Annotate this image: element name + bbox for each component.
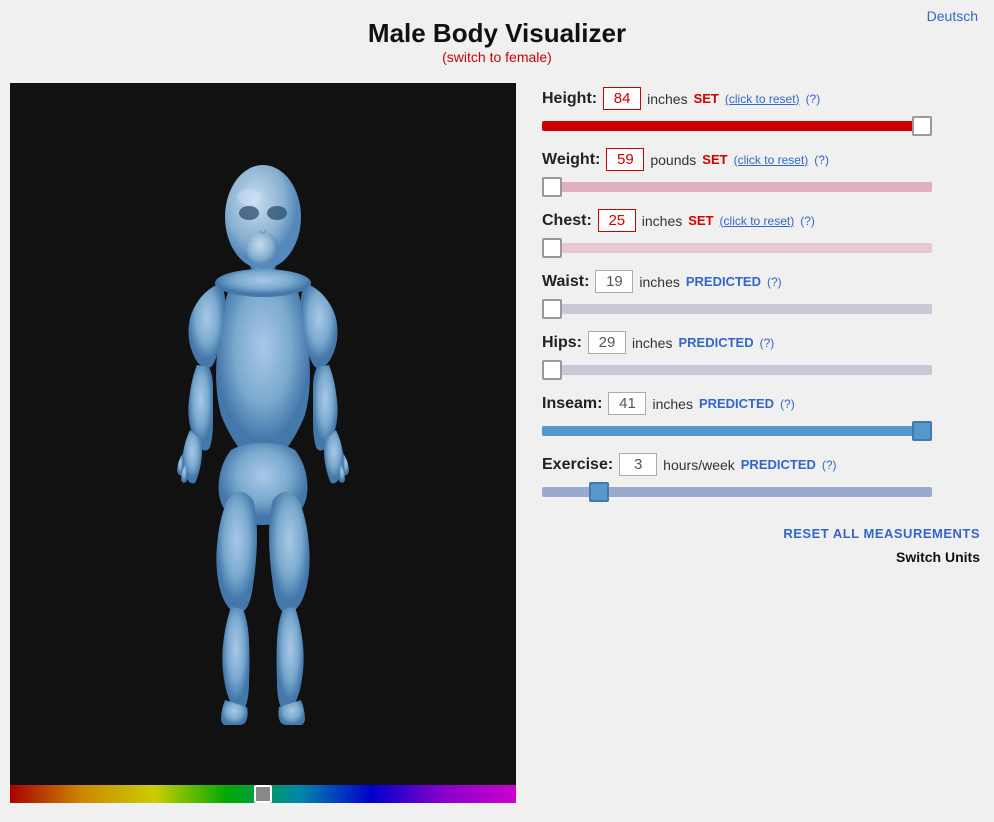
exercise-unit: hours/week (663, 457, 735, 473)
hips-slider-container (542, 360, 932, 380)
height-slider-track[interactable] (542, 121, 932, 131)
hips-slider-thumb[interactable] (542, 360, 562, 380)
weight-slider-thumb[interactable] (542, 177, 562, 197)
chest-set[interactable]: SET (688, 213, 713, 228)
hips-unit: inches (632, 335, 672, 351)
main-content: Height: 84 inches SET (click to reset) (… (0, 73, 994, 813)
height-set[interactable]: SET (694, 91, 719, 106)
bottom-actions: RESET ALL MEASUREMENTS Switch Units (542, 526, 984, 565)
color-spectrum-bar[interactable] (10, 785, 516, 803)
hips-slider-track[interactable] (542, 365, 932, 375)
exercise-help[interactable]: (?) (822, 458, 837, 472)
chest-slider-thumb[interactable] (542, 238, 562, 258)
inseam-row: Inseam: 41 inches PREDICTED (?) (542, 392, 984, 441)
body-model-svg (113, 145, 413, 725)
waist-help[interactable]: (?) (767, 275, 782, 289)
inseam-label: Inseam: (542, 395, 602, 413)
inseam-slider-container (542, 421, 932, 441)
exercise-value[interactable]: 3 (619, 453, 657, 476)
hips-help[interactable]: (?) (760, 336, 775, 350)
exercise-label: Exercise: (542, 456, 613, 474)
waist-predicted: PREDICTED (686, 274, 761, 289)
waist-row: Waist: 19 inches PREDICTED (?) (542, 270, 984, 319)
hips-row: Hips: 29 inches PREDICTED (?) (542, 331, 984, 380)
waist-label: Waist: (542, 273, 589, 291)
controls-panel: Height: 84 inches SET (click to reset) (… (532, 83, 984, 803)
chest-value[interactable]: 25 (598, 209, 636, 232)
chest-help[interactable]: (?) (800, 214, 815, 228)
height-reset[interactable]: (click to reset) (725, 92, 800, 106)
model-panel (10, 83, 516, 803)
weight-set[interactable]: SET (702, 152, 727, 167)
inseam-unit: inches (652, 396, 692, 412)
exercise-slider-container (542, 482, 932, 502)
weight-value[interactable]: 59 (606, 148, 644, 171)
chest-label: Chest: (542, 212, 592, 230)
page-header: Male Body Visualizer (switch to female) (0, 0, 994, 73)
inseam-help[interactable]: (?) (780, 397, 795, 411)
height-slider-thumb[interactable] (912, 116, 932, 136)
inseam-predicted: PREDICTED (699, 396, 774, 411)
waist-unit: inches (639, 274, 679, 290)
chest-unit: inches (642, 213, 682, 229)
waist-slider-track[interactable] (542, 304, 932, 314)
page-title: Male Body Visualizer (0, 18, 994, 49)
chest-row: Chest: 25 inches SET (click to reset) (?… (542, 209, 984, 258)
height-unit: inches (647, 91, 687, 107)
weight-help[interactable]: (?) (814, 153, 829, 167)
language-link[interactable]: Deutsch (927, 8, 978, 24)
height-slider-container (542, 116, 932, 136)
hips-predicted: PREDICTED (678, 335, 753, 350)
hips-value[interactable]: 29 (588, 331, 626, 354)
switch-gender-link[interactable]: (switch to female) (442, 49, 552, 65)
weight-reset[interactable]: (click to reset) (734, 153, 809, 167)
reset-all-button[interactable]: RESET ALL MEASUREMENTS (783, 526, 980, 541)
height-row: Height: 84 inches SET (click to reset) (… (542, 87, 984, 136)
waist-slider-container (542, 299, 932, 319)
chest-slider-container (542, 238, 932, 258)
chest-reset[interactable]: (click to reset) (720, 214, 795, 228)
exercise-slider-thumb[interactable] (589, 482, 609, 502)
height-value[interactable]: 84 (603, 87, 641, 110)
color-bar-thumb[interactable] (254, 785, 272, 803)
height-help[interactable]: (?) (806, 92, 821, 106)
switch-units-button[interactable]: Switch Units (896, 549, 980, 565)
model-figure (10, 85, 516, 785)
weight-label: Weight: (542, 151, 600, 169)
inseam-slider-track[interactable] (542, 426, 932, 436)
weight-unit: pounds (650, 152, 696, 168)
exercise-row: Exercise: 3 hours/week PREDICTED (?) (542, 453, 984, 502)
waist-value[interactable]: 19 (595, 270, 633, 293)
chest-slider-track[interactable] (542, 243, 932, 253)
exercise-slider-track[interactable] (542, 487, 932, 497)
inseam-value[interactable]: 41 (608, 392, 646, 415)
weight-slider-track[interactable] (542, 182, 932, 192)
height-label: Height: (542, 90, 597, 108)
weight-slider-container (542, 177, 932, 197)
exercise-predicted: PREDICTED (741, 457, 816, 472)
hips-label: Hips: (542, 334, 582, 352)
weight-row: Weight: 59 pounds SET (click to reset) (… (542, 148, 984, 197)
inseam-slider-thumb[interactable] (912, 421, 932, 441)
waist-slider-thumb[interactable] (542, 299, 562, 319)
